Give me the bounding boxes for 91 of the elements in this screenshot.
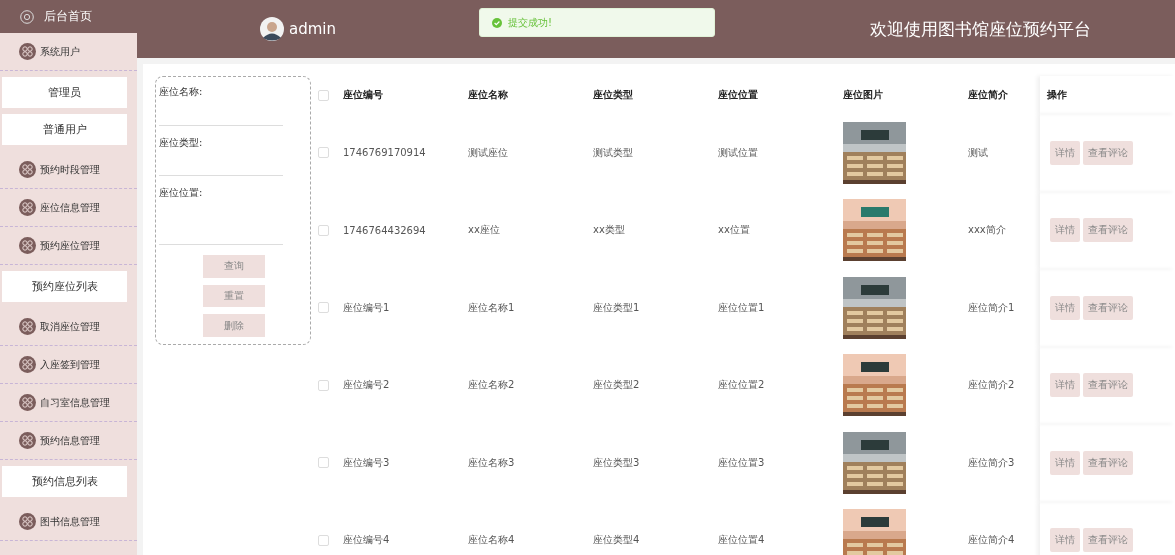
- action-button[interactable]: 查看评论: [1083, 295, 1133, 320]
- table-cell-text: 1746769170914: [343, 147, 427, 159]
- action-button[interactable]: 详情: [1050, 218, 1080, 243]
- menu-item[interactable]: 自习室信息管理: [0, 384, 137, 422]
- action-button[interactable]: 查看评论: [1083, 450, 1133, 475]
- field-label: 座位名称:: [159, 85, 204, 99]
- action-button[interactable]: 查看评论: [1083, 218, 1133, 243]
- action-button[interactable]: 详情: [1050, 373, 1080, 398]
- checkbox[interactable]: [318, 457, 329, 469]
- table-cell-text: 座位位置2: [718, 378, 766, 393]
- table-cell-text: 测试: [968, 145, 989, 160]
- table-cell-text: 座位简介4: [968, 533, 1016, 548]
- table-cell-text: 座位编号2: [343, 378, 391, 393]
- menu-icon: [19, 161, 36, 178]
- home-link[interactable]: 后台首页: [44, 8, 92, 25]
- user-name: admin: [289, 20, 336, 38]
- menu-icon: [19, 432, 36, 449]
- check-icon: [492, 17, 502, 28]
- menu-item[interactable]: 座位信息管理: [0, 189, 137, 227]
- table-cell-text: 座位编号3: [343, 455, 391, 470]
- checkbox[interactable]: [318, 224, 329, 236]
- table-cell-text: xx类型: [593, 223, 626, 238]
- checkbox[interactable]: [318, 302, 329, 314]
- column-header: 座位简介: [968, 88, 1009, 102]
- action-button[interactable]: 详情: [1050, 140, 1080, 165]
- table-cell-text: 座位简介2: [968, 378, 1016, 393]
- action-button[interactable]: 详情: [1050, 528, 1080, 553]
- search-button[interactable]: 重置: [202, 284, 265, 308]
- table-cell-text: xx位置: [718, 223, 751, 238]
- search-button[interactable]: 查询: [202, 254, 265, 278]
- table-cell-text: 座位类型2: [593, 378, 641, 393]
- table-cell-text: 座位编号4: [343, 533, 391, 548]
- checkbox[interactable]: [318, 147, 329, 159]
- action-button[interactable]: 详情: [1050, 450, 1080, 475]
- table-cell-text: xxx简介: [968, 223, 1007, 238]
- avatar-icon: [260, 17, 284, 41]
- submenu-item[interactable]: 管理员: [2, 77, 127, 108]
- table-cell-text: 座位简介1: [968, 300, 1016, 315]
- table-cell-text: xx座位: [468, 223, 501, 238]
- table-cell-text: 测试类型: [593, 145, 634, 160]
- menu-icon: [19, 394, 36, 411]
- checkbox[interactable]: [318, 534, 329, 546]
- table-cell-text: 座位位置4: [718, 533, 766, 548]
- table-cell-text: 座位位置1: [718, 300, 766, 315]
- table-cell-text: 1746764432694: [343, 224, 427, 236]
- table-cell-text: 座位名称3: [468, 455, 516, 470]
- menu-icon: [19, 199, 36, 216]
- table-cell-text: 座位类型3: [593, 455, 641, 470]
- menu-item[interactable]: 预约信息管理: [0, 422, 137, 460]
- checkbox[interactable]: [318, 379, 329, 391]
- menu-icon: [19, 318, 36, 335]
- column-header: 操作: [1047, 88, 1067, 102]
- menu-icon: [19, 237, 36, 254]
- menu-item[interactable]: 取消座位管理: [0, 308, 137, 346]
- table-cell-text: 座位类型1: [593, 300, 641, 315]
- field-label: 座位位置:: [159, 186, 204, 201]
- menu-item[interactable]: 入座签到管理: [0, 346, 137, 384]
- menu-icon: [19, 356, 36, 373]
- menu-item[interactable]: 图书信息管理: [0, 503, 137, 541]
- table-cell-text: 测试座位: [468, 145, 509, 160]
- target-icon: [20, 9, 34, 24]
- search-button[interactable]: 删除: [202, 314, 265, 337]
- action-button[interactable]: 详情: [1050, 295, 1080, 320]
- menu-item[interactable]: 系统用户: [0, 33, 137, 71]
- table-cell-text: 座位类型4: [593, 533, 641, 548]
- table-cell-text: 座位名称1: [468, 300, 516, 315]
- action-button[interactable]: 查看评论: [1083, 373, 1133, 398]
- action-button[interactable]: 查看评论: [1083, 528, 1133, 553]
- table-cell-text: 座位编号1: [343, 300, 391, 315]
- table-cell-text: 座位名称4: [468, 533, 516, 548]
- table-cell-text: 座位名称2: [468, 378, 516, 393]
- menu-icon: [19, 43, 36, 60]
- checkbox[interactable]: [318, 89, 329, 101]
- column-header: 座位类型: [593, 88, 634, 102]
- column-header: 座位编号: [343, 88, 384, 102]
- toast-message: 提交成功!: [508, 15, 552, 30]
- submenu-item[interactable]: 预约座位列表: [2, 271, 127, 302]
- submenu-item[interactable]: 预约信息列表: [2, 466, 127, 497]
- submenu-item[interactable]: 普通用户: [2, 114, 127, 145]
- menu-icon: [19, 513, 36, 530]
- menu-item[interactable]: 预约时段管理: [0, 151, 137, 189]
- table-cell-text: 测试位置: [718, 145, 759, 160]
- menu-item[interactable]: 预约座位管理: [0, 227, 137, 265]
- table-cell-text: 座位简介3: [968, 455, 1016, 470]
- column-header: 座位名称: [468, 88, 509, 102]
- action-button[interactable]: 查看评论: [1083, 140, 1133, 165]
- column-header: 座位图片: [843, 88, 884, 102]
- page-title: 欢迎使用图书馆座位预约平台: [870, 17, 1091, 41]
- field-label: 座位类型:: [159, 135, 204, 150]
- column-header: 座位位置: [718, 88, 759, 102]
- table-cell-text: 座位位置3: [718, 455, 766, 470]
